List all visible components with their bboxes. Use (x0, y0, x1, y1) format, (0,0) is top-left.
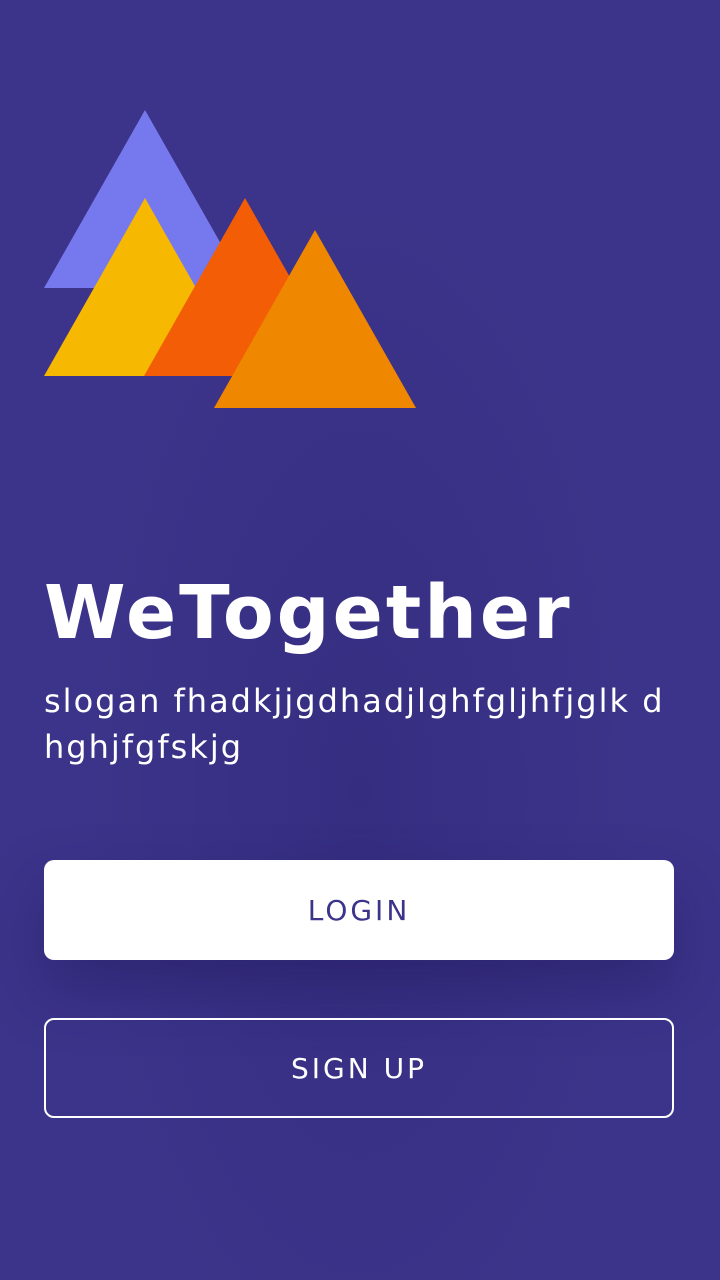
welcome-screen: WeTogether slogan fhadkjjgdhadjlghfgljhf… (0, 0, 720, 1280)
signup-button-label: SIGN UP (291, 1051, 427, 1085)
app-slogan: slogan fhadkjjgdhadjlghfgljhfjglk dhghjf… (44, 682, 665, 766)
signup-button[interactable]: SIGN UP (44, 1018, 674, 1118)
mountains-logo-icon (44, 110, 416, 408)
app-title: WeTogether (44, 570, 573, 656)
login-button[interactable]: LOGIN (44, 860, 674, 960)
login-button-label: LOGIN (307, 893, 411, 927)
